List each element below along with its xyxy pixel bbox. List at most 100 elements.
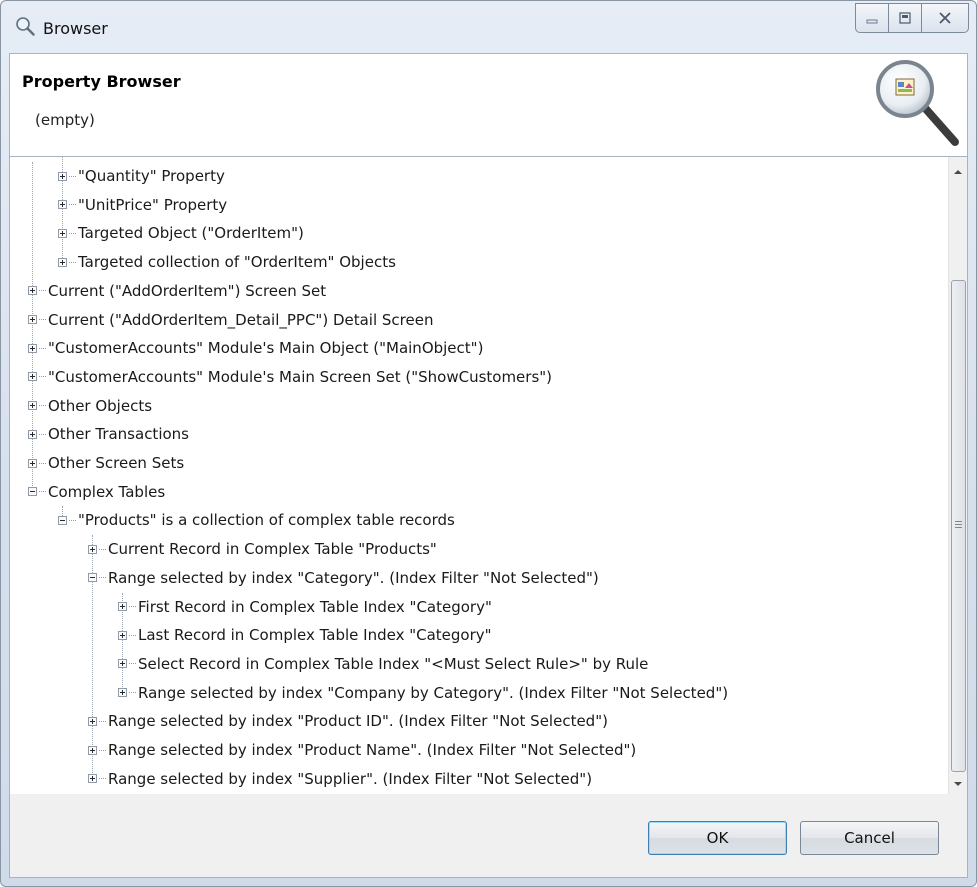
collapse-icon[interactable]	[28, 487, 37, 497]
tree-node-label: Other Objects	[48, 396, 153, 415]
tree-node[interactable]: First Record in Complex Table Index "Cat…	[118, 593, 492, 621]
close-button[interactable]	[922, 3, 969, 33]
expand-icon[interactable]	[28, 458, 37, 468]
tree-node[interactable]: Range selected by index "Category". (Ind…	[88, 564, 599, 592]
browser-dialog: Browser Property Browser (empty) "Quanti…	[0, 0, 977, 887]
collapse-icon[interactable]	[88, 573, 97, 583]
tree-connector-dash	[69, 261, 76, 263]
tree-connector-dash	[39, 462, 46, 464]
tree-node[interactable]: Last Record in Complex Table Index "Cate…	[118, 621, 492, 649]
grip-line	[955, 524, 962, 525]
expand-icon[interactable]	[28, 429, 37, 439]
header-panel: Property Browser (empty)	[9, 53, 968, 157]
expand-icon[interactable]	[118, 688, 127, 698]
tree-connector-dash	[39, 405, 46, 407]
tree-node-label: Range selected by index "Company by Cate…	[138, 683, 729, 702]
tree-node-label: Current ("AddOrderItem_Detail_PPC") Deta…	[48, 310, 434, 329]
ok-button[interactable]: OK	[648, 821, 787, 855]
tree-node[interactable]: "CustomerAccounts" Module's Main Object …	[28, 334, 483, 362]
tree-connector-dash	[99, 577, 106, 579]
expand-icon[interactable]	[28, 372, 37, 382]
tree-node-label: "Products" is a collection of complex ta…	[78, 511, 455, 530]
tree-node[interactable]: Select Record in Complex Table Index "<M…	[118, 650, 648, 678]
vertical-scrollbar[interactable]	[948, 157, 967, 795]
expand-icon[interactable]	[118, 630, 127, 640]
tree-node[interactable]: "Quantity" Property	[58, 162, 225, 190]
tree-connector-dash	[99, 720, 106, 722]
expand-icon[interactable]	[28, 315, 37, 324]
expand-icon[interactable]	[58, 257, 67, 267]
expand-icon[interactable]	[118, 659, 127, 669]
scroll-thumb[interactable]	[951, 280, 966, 772]
expand-icon[interactable]	[88, 774, 97, 784]
grip-line	[955, 521, 962, 522]
tree-connector-dash	[39, 433, 46, 435]
tree-connector-dash	[39, 319, 46, 320]
tree-node[interactable]: Current Record in Complex Table "Product…	[88, 535, 437, 563]
expand-icon[interactable]	[58, 171, 67, 181]
tree-node-label: Current Record in Complex Table "Product…	[108, 540, 437, 559]
tree-connector-dash	[69, 204, 76, 206]
grip-line	[955, 527, 962, 528]
tree-connector-dash	[39, 491, 46, 493]
expand-icon[interactable]	[28, 401, 37, 411]
arrow-up-icon	[954, 170, 962, 174]
minimize-button[interactable]	[855, 3, 889, 33]
expand-icon[interactable]	[88, 544, 97, 554]
title-bar[interactable]: Browser	[1, 1, 976, 53]
expand-icon[interactable]	[88, 745, 97, 755]
minimize-icon	[866, 19, 878, 24]
tree-node[interactable]: Range selected by index "Supplier". (Ind…	[88, 765, 592, 793]
expand-icon[interactable]	[118, 602, 127, 611]
tree-node[interactable]: "CustomerAccounts" Module's Main Screen …	[28, 363, 552, 391]
tree-node-label: Current ("AddOrderItem") Screen Set	[48, 281, 327, 300]
tree-node-label: "CustomerAccounts" Module's Main Object …	[48, 339, 484, 358]
expand-icon[interactable]	[28, 286, 37, 296]
expand-icon[interactable]	[28, 343, 37, 353]
tree-node[interactable]: "UnitPrice" Property	[58, 191, 227, 219]
tree-node[interactable]: Range selected by index "Product Name". …	[88, 736, 636, 764]
cancel-button[interactable]: Cancel	[800, 821, 939, 855]
tree-node[interactable]: Targeted Object ("OrderItem")	[58, 219, 304, 247]
tree-node[interactable]: Range selected by index "Product ID". (I…	[88, 707, 608, 735]
tree-node[interactable]: Complex Tables	[28, 478, 165, 506]
tree-node-label: Other Transactions	[48, 425, 189, 444]
tree-node-label: Range selected by index "Product Name". …	[108, 741, 637, 759]
property-tree[interactable]: "Quantity" Property "UnitPrice" Property T…	[10, 157, 949, 795]
tree-node[interactable]: Current ("AddOrderItem_Detail_PPC") Deta…	[28, 306, 433, 334]
tree-node[interactable]: Other Transactions	[28, 420, 189, 448]
tree-node[interactable]: Range selected by index "Company by Cate…	[118, 679, 728, 707]
tree-node[interactable]: Other Screen Sets	[28, 449, 184, 477]
tree-node-label: First Record in Complex Table Index "Cat…	[138, 597, 492, 616]
tree-node[interactable]: Targeted collection of "OrderItem" Objec…	[58, 248, 396, 276]
expand-icon[interactable]	[58, 200, 67, 210]
tree-connector-dash	[99, 749, 106, 751]
tree-node-label: Range selected by index "Category". (Ind…	[108, 568, 599, 587]
property-tree-panel: "Quantity" Property "UnitPrice" Property T…	[9, 156, 968, 796]
maximize-button[interactable]	[889, 3, 922, 33]
tree-connector-dash	[129, 663, 136, 665]
tree-node[interactable]: Other Objects	[28, 392, 152, 420]
tree-node[interactable]: Current ("AddOrderItem") Screen Set	[28, 277, 326, 305]
tree-node-label: Range selected by index "Supplier". (Ind…	[108, 769, 593, 788]
window-title: Browser	[43, 19, 108, 38]
search-icon	[16, 17, 35, 36]
tree-connector-dash	[39, 347, 46, 349]
tree-node-label: Range selected by index "Product ID". (I…	[108, 712, 608, 731]
tree-connector-dash	[99, 778, 106, 780]
scroll-up-arrow[interactable]	[949, 163, 967, 181]
tree-node-label: "UnitPrice" Property	[78, 195, 228, 214]
tree-connector-dash	[129, 634, 136, 636]
tree-node[interactable]: "Products" is a collection of complex ta…	[58, 506, 455, 534]
tree-node-label: Targeted collection of "OrderItem" Objec…	[78, 253, 396, 272]
tree-node-label: Targeted Object ("OrderItem")	[78, 224, 304, 243]
tree-node-label: Last Record in Complex Table Index "Cate…	[138, 626, 492, 645]
collapse-icon[interactable]	[58, 515, 67, 525]
close-icon	[939, 12, 951, 24]
expand-icon[interactable]	[58, 228, 67, 238]
window-controls	[855, 3, 969, 33]
tree-connector-dash	[99, 548, 106, 550]
scroll-down-arrow[interactable]	[949, 775, 967, 793]
expand-icon[interactable]	[88, 716, 97, 726]
tree-node-label: Other Screen Sets	[48, 454, 185, 472]
